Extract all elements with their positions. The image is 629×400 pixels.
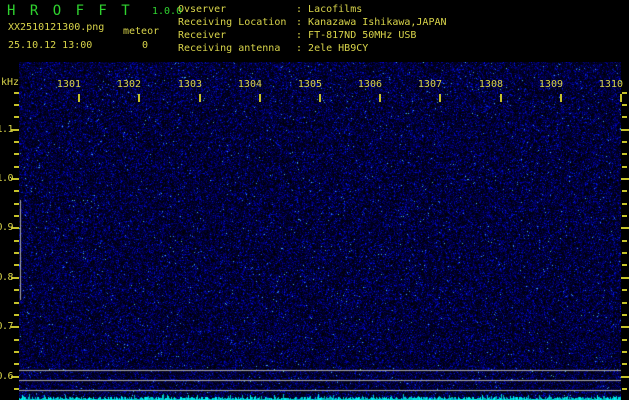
info-colon: : — [296, 43, 308, 54]
time-label: 1304 — [238, 79, 262, 90]
freq-minor-tick-left — [14, 363, 19, 365]
freq-major-tick-right — [621, 326, 629, 328]
hrofft-window: H R O F F T 1.0.0 XX2510121300.png meteo… — [0, 0, 629, 400]
freq-label: 0.9 — [0, 222, 13, 233]
freq-major-tick-right — [621, 227, 629, 229]
freq-minor-tick-right — [622, 240, 627, 242]
time-label: 1301 — [57, 79, 81, 90]
freq-minor-tick-right — [622, 264, 627, 266]
freq-minor-tick-left — [14, 252, 19, 254]
freq-minor-tick-right — [622, 104, 627, 106]
freq-minor-tick-right — [622, 215, 627, 217]
info-colon: : — [296, 4, 308, 15]
station-info: Ovserver: LacofilmsReceiving Location: K… — [178, 3, 447, 55]
freq-minor-tick-right — [622, 351, 627, 353]
freq-minor-tick-right — [622, 388, 627, 390]
freq-minor-tick-left — [14, 104, 19, 106]
freq-minor-tick-left — [14, 141, 19, 143]
freq-minor-tick-left — [14, 351, 19, 353]
time-tick — [199, 94, 201, 102]
time-tick — [620, 94, 622, 102]
info-value: Lacofilms — [308, 4, 362, 15]
info-label: Receiving Location — [178, 16, 296, 29]
freq-major-tick-right — [621, 277, 629, 279]
freq-label: 1.0 — [0, 173, 13, 184]
output-filename: XX2510121300.png — [8, 22, 104, 33]
info-row: Receiving Location: Kanazawa Ishikawa,JA… — [178, 16, 447, 29]
info-row: Ovserver: Lacofilms — [178, 3, 447, 16]
freq-minor-tick-left — [14, 339, 19, 341]
freq-minor-tick-left — [14, 92, 19, 94]
app-title: H R O F F T — [7, 3, 133, 19]
freq-label: 0.7 — [0, 321, 13, 332]
mode-label: meteor — [123, 26, 159, 37]
info-label: Receiving antenna — [178, 42, 296, 55]
freq-major-tick-right — [621, 376, 629, 378]
info-value: FT-817ND 50MHz USB — [308, 30, 416, 41]
time-tick — [259, 94, 261, 102]
time-label: 1306 — [358, 79, 382, 90]
freq-unit-label: kHz — [1, 77, 19, 88]
time-label: 1303 — [178, 79, 202, 90]
freq-minor-tick-left — [14, 203, 19, 205]
echo-count: 0 — [142, 40, 148, 51]
freq-label: 0.6 — [0, 371, 13, 382]
freq-minor-tick-right — [622, 92, 627, 94]
freq-minor-tick-left — [14, 264, 19, 266]
freq-minor-tick-left — [14, 166, 19, 168]
info-value: Kanazawa Ishikawa,JAPAN — [308, 17, 446, 28]
time-tick — [560, 94, 562, 102]
info-row: Receiver: FT-817ND 50MHz USB — [178, 29, 447, 42]
freq-minor-tick-right — [622, 166, 627, 168]
freq-minor-tick-right — [622, 339, 627, 341]
freq-minor-tick-right — [622, 252, 627, 254]
freq-minor-tick-right — [622, 153, 627, 155]
info-label: Receiver — [178, 29, 296, 42]
time-tick — [138, 94, 140, 102]
time-label: 1305 — [298, 79, 322, 90]
info-row: Receiving antenna: 2ele HB9CY — [178, 42, 447, 55]
freq-minor-tick-right — [622, 203, 627, 205]
freq-minor-tick-left — [14, 240, 19, 242]
time-label: 1309 — [539, 79, 563, 90]
time-tick — [379, 94, 381, 102]
freq-minor-tick-left — [14, 302, 19, 304]
time-label: 1308 — [479, 79, 503, 90]
time-label: 1302 — [117, 79, 141, 90]
freq-label: 0.8 — [0, 272, 13, 283]
info-label: Ovserver — [178, 3, 296, 16]
freq-minor-tick-left — [14, 289, 19, 291]
freq-minor-tick-left — [14, 314, 19, 316]
freq-major-tick-right — [621, 178, 629, 180]
spectrogram-canvas — [19, 62, 621, 400]
freq-minor-tick-left — [14, 153, 19, 155]
freq-minor-tick-left — [14, 116, 19, 118]
time-label: 1310 — [599, 79, 623, 90]
info-colon: : — [296, 30, 308, 41]
freq-major-tick-right — [621, 129, 629, 131]
freq-minor-tick-right — [622, 363, 627, 365]
info-colon: : — [296, 17, 308, 28]
freq-minor-tick-right — [622, 116, 627, 118]
freq-label: 1.1 — [0, 124, 13, 135]
freq-minor-tick-right — [622, 289, 627, 291]
freq-minor-tick-right — [622, 141, 627, 143]
freq-minor-tick-right — [622, 302, 627, 304]
freq-minor-tick-right — [622, 190, 627, 192]
freq-minor-tick-left — [14, 388, 19, 390]
datetime-label: 25.10.12 13:00 — [8, 40, 92, 51]
freq-minor-tick-right — [622, 314, 627, 316]
time-tick — [319, 94, 321, 102]
info-value: 2ele HB9CY — [308, 43, 368, 54]
freq-minor-tick-left — [14, 215, 19, 217]
time-tick — [78, 94, 80, 102]
time-tick — [500, 94, 502, 102]
freq-minor-tick-left — [14, 190, 19, 192]
time-label: 1307 — [418, 79, 442, 90]
time-tick — [439, 94, 441, 102]
